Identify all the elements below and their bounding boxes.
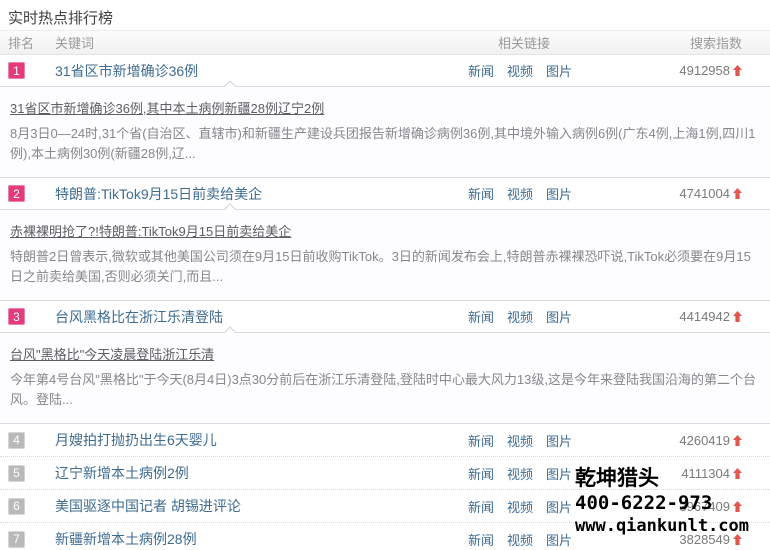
related-link-video[interactable]: 视频 [507, 61, 533, 80]
related-link-news[interactable]: 新闻 [468, 307, 494, 326]
related-link-video[interactable]: 视频 [507, 184, 533, 203]
search-index-value: 4414942 [679, 309, 730, 324]
table-row: 4 月嫂拍打抛扔出生6天婴儿 新闻 视频 图片 4260419 [0, 424, 770, 457]
table-row: 1 31省区市新增确诊36例 新闻 视频 图片 4912958 [0, 55, 770, 86]
related-link-news[interactable]: 新闻 [468, 530, 494, 549]
page-title: 实时热点排行榜 [0, 0, 770, 30]
related-link-news[interactable]: 新闻 [468, 184, 494, 203]
header-related-links: 相关链接 [458, 33, 590, 52]
table-row: 2 特朗普:TikTok9月15日前卖给美企 新闻 视频 图片 4741004 [0, 178, 770, 209]
related-links: 新闻 视频 图片 [458, 61, 590, 80]
search-index-cell: 4260419 [590, 433, 770, 448]
rank-badge: 2 [8, 185, 25, 202]
search-index-cell: 4741004 [590, 186, 770, 201]
keyword-link[interactable]: 美国驱逐中国记者 胡锡进评论 [55, 496, 458, 516]
hot-search-ranking-panel: 实时热点排行榜 排名 关键词 相关链接 搜索指数 1 31省区市新增确诊36例 … [0, 0, 770, 550]
table-header: 排名 关键词 相关链接 搜索指数 [0, 30, 770, 55]
rank-badge: 5 [8, 465, 25, 482]
up-arrow-icon [733, 188, 742, 199]
header-keyword: 关键词 [55, 33, 458, 52]
related-link-news[interactable]: 新闻 [468, 497, 494, 516]
up-arrow-icon [733, 65, 742, 76]
related-link-image[interactable]: 图片 [546, 497, 572, 516]
header-rank: 排名 [0, 33, 55, 52]
related-link-video[interactable]: 视频 [507, 307, 533, 326]
rank-cell: 6 [0, 497, 55, 515]
related-link-image[interactable]: 图片 [546, 464, 572, 483]
rank-cell: 7 [0, 530, 55, 548]
up-arrow-icon [733, 311, 742, 322]
related-links: 新闻 视频 图片 [458, 431, 590, 450]
related-links: 新闻 视频 图片 [458, 497, 590, 516]
detail-title-link[interactable]: 台风"黑格比"今天凌晨登陆浙江乐清 [10, 344, 214, 363]
related-link-news[interactable]: 新闻 [468, 61, 494, 80]
keyword-link[interactable]: 特朗普:TikTok9月15日前卖给美企 [55, 184, 458, 204]
related-links: 新闻 视频 图片 [458, 307, 590, 326]
rank-cell: 5 [0, 464, 55, 482]
related-link-video[interactable]: 视频 [507, 530, 533, 549]
up-arrow-icon [733, 435, 742, 446]
keyword-link[interactable]: 月嫂拍打抛扔出生6天婴儿 [55, 430, 458, 450]
related-links: 新闻 视频 图片 [458, 464, 590, 483]
detail-title-link[interactable]: 赤裸裸明抢了?!特朗普:TikTok9月15日前卖给美企 [10, 221, 291, 240]
table-row: 3 台风黑格比在浙江乐清登陆 新闻 视频 图片 4414942 [0, 301, 770, 332]
keyword-link[interactable]: 新疆新增本土病例28例 [55, 529, 458, 549]
watermark-brand: 乾坤猎头 [575, 466, 749, 492]
rank-cell: 4 [0, 431, 55, 449]
detail-panel: 31省区市新增确诊36例,其中本土病例新疆28例辽宁2例 8月3日0—24时,3… [0, 86, 770, 178]
watermark-phone: 400-6222-973 [575, 492, 749, 515]
related-link-video[interactable]: 视频 [507, 431, 533, 450]
header-search-index: 搜索指数 [590, 33, 770, 52]
related-link-news[interactable]: 新闻 [468, 464, 494, 483]
rank-badge: 3 [8, 308, 25, 325]
related-link-video[interactable]: 视频 [507, 464, 533, 483]
detail-body: 特朗普2日曾表示,微软或其他美国公司须在9月15日前收购TikTok。3日的新闻… [10, 247, 760, 287]
keyword-link[interactable]: 辽宁新增本土病例2例 [55, 463, 458, 483]
detail-title-link[interactable]: 31省区市新增确诊36例,其中本土病例新疆28例辽宁2例 [10, 98, 324, 117]
detail-panel: 赤裸裸明抢了?!特朗普:TikTok9月15日前卖给美企 特朗普2日曾表示,微软… [0, 209, 770, 301]
rank-cell: 1 [0, 62, 55, 80]
related-link-image[interactable]: 图片 [546, 184, 572, 203]
related-link-video[interactable]: 视频 [507, 497, 533, 516]
rank-badge: 7 [8, 531, 25, 548]
detail-body: 今年第4号台风"黑格比"于今天(8月4日)3点30分前后在浙江乐清登陆,登陆时中… [10, 370, 760, 410]
search-index-value: 4912958 [679, 63, 730, 78]
rank-badge: 1 [8, 62, 25, 79]
search-index-cell: 4414942 [590, 309, 770, 324]
rank-badge: 4 [8, 432, 25, 449]
keyword-link[interactable]: 31省区市新增确诊36例 [55, 61, 458, 81]
watermark-url: www.qiankunlt.com [575, 515, 749, 537]
detail-panel: 台风"黑格比"今天凌晨登陆浙江乐清 今年第4号台风"黑格比"于今天(8月4日)3… [0, 332, 770, 424]
keyword-link[interactable]: 台风黑格比在浙江乐清登陆 [55, 307, 458, 327]
search-index-value: 4260419 [679, 433, 730, 448]
search-index-value: 4741004 [679, 186, 730, 201]
detail-body: 8月3日0—24时,31个省(自治区、直辖市)和新疆生产建设兵团报告新增确诊病例… [10, 124, 760, 164]
related-link-image[interactable]: 图片 [546, 61, 572, 80]
rank-cell: 2 [0, 185, 55, 203]
related-link-image[interactable]: 图片 [546, 431, 572, 450]
related-link-image[interactable]: 图片 [546, 530, 572, 549]
search-index-cell: 4912958 [590, 63, 770, 78]
watermark: 乾坤猎头 400-6222-973 www.qiankunlt.com [575, 466, 749, 537]
related-links: 新闻 视频 图片 [458, 530, 590, 549]
rank-badge: 6 [8, 498, 25, 515]
related-link-news[interactable]: 新闻 [468, 431, 494, 450]
related-links: 新闻 视频 图片 [458, 184, 590, 203]
related-link-image[interactable]: 图片 [546, 307, 572, 326]
rank-cell: 3 [0, 308, 55, 326]
